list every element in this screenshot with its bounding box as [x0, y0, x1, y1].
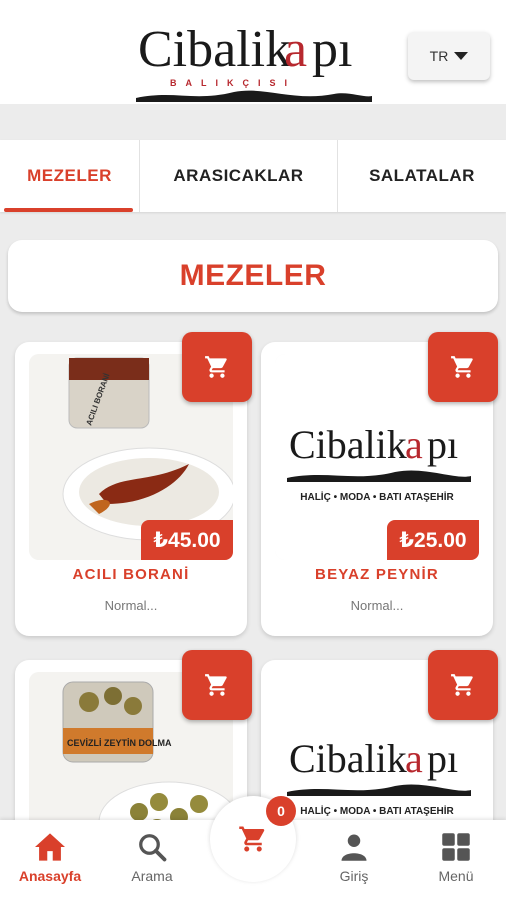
cart-icon [451, 356, 473, 378]
svg-text:Cibalik: Cibalik [138, 21, 291, 78]
app-header: Cibalik a pı BALIKÇISI TR [0, 0, 506, 104]
grid-icon [442, 833, 470, 861]
add-to-cart-button[interactable] [182, 650, 252, 720]
nav-menu-label: Menü [438, 868, 474, 884]
logo-subtitle: HALİÇ • MODA • BATI ATAŞEHİR [300, 490, 454, 503]
svg-text:pı: pı [312, 21, 352, 78]
product-name: ACILI BORANİ [72, 566, 190, 583]
cart-icon [205, 356, 227, 378]
product-description: Normal... [350, 598, 404, 613]
add-to-cart-button[interactable] [182, 332, 252, 402]
cart-icon [239, 826, 265, 852]
tab-mezeler[interactable]: MEZELER [0, 140, 140, 212]
svg-text:BALIKÇISI: BALIKÇISI [170, 78, 296, 88]
svg-text:a: a [405, 422, 423, 467]
add-to-cart-button[interactable] [428, 650, 498, 720]
cart-count-badge: 0 [266, 796, 296, 826]
cart-icon [451, 674, 473, 696]
nav-home[interactable]: Anasayfa [0, 820, 100, 900]
section-title: MEZELER [8, 240, 498, 312]
svg-text:pı: pı [427, 736, 458, 781]
search-icon [139, 834, 167, 862]
nav-login-label: Giriş [339, 868, 369, 884]
svg-text:Cibalik: Cibalik [289, 736, 407, 781]
brand-logo: Cibalik a pı BALIKÇISI [136, 21, 372, 102]
jar-label: CEVİZLİ ZEYTİN DOLMA [67, 738, 172, 748]
price-tag: ₺25.00 [387, 520, 479, 560]
nav-menu[interactable]: Menü [406, 820, 506, 900]
caret-down-icon [454, 52, 469, 60]
tab-arasicaklar[interactable]: ARASICAKLAR [140, 140, 338, 212]
product-name: BEYAZ PEYNİR [315, 566, 439, 583]
logo-subtitle: HALİÇ • MODA • BATI ATAŞEHİR [300, 804, 454, 817]
cart-icon [205, 674, 227, 696]
language-selector[interactable]: TR [408, 32, 490, 80]
add-to-cart-button[interactable] [428, 332, 498, 402]
product-description: Normal... [104, 598, 158, 613]
nav-home-label: Anasayfa [18, 868, 82, 884]
svg-text:a: a [405, 736, 423, 781]
svg-text:pı: pı [427, 422, 458, 467]
nav-search[interactable]: Arama [102, 820, 202, 900]
home-icon [35, 833, 65, 861]
price-tag: ₺45.00 [141, 520, 233, 560]
user-icon [341, 834, 367, 861]
tab-salatalar[interactable]: SALATALAR [338, 140, 506, 212]
language-label: TR [429, 48, 449, 64]
category-tabs: MEZELER ARASICAKLAR SALATALAR [0, 140, 506, 212]
nav-login[interactable]: Giriş [304, 820, 404, 900]
svg-text:Cibalik: Cibalik [289, 422, 407, 467]
svg-text:a: a [284, 21, 307, 78]
nav-search-label: Arama [131, 868, 173, 884]
